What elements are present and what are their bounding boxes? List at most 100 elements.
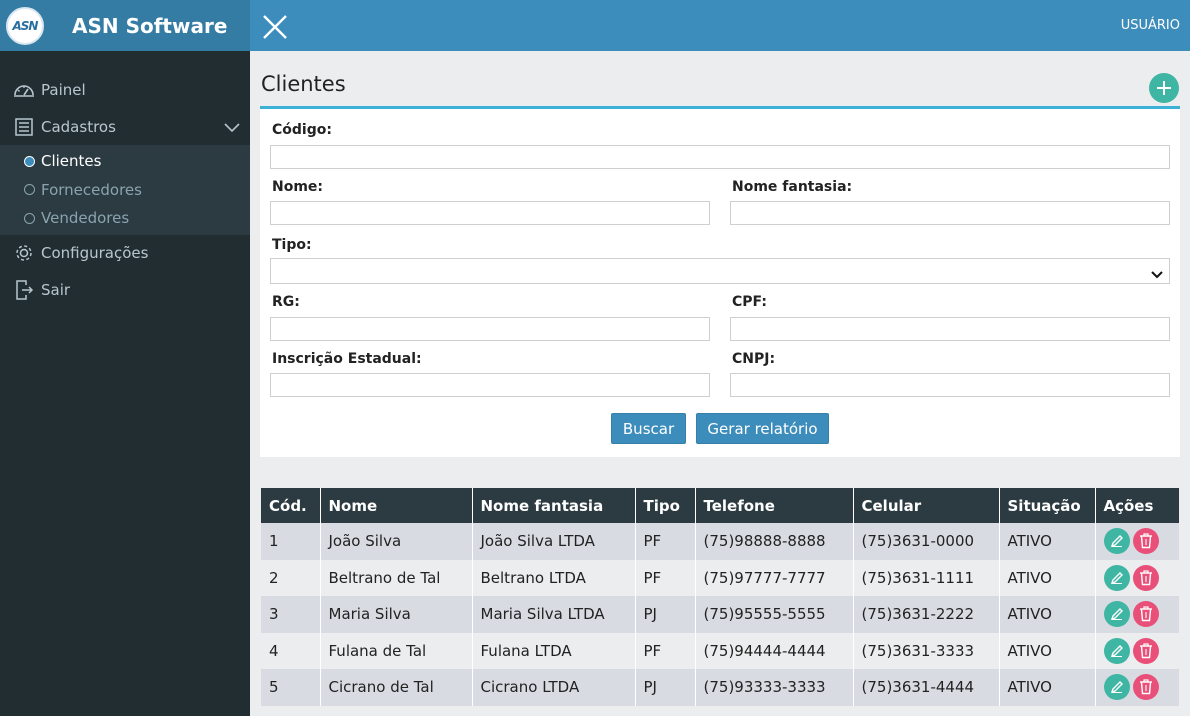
table-cell: Beltrano LTDA — [472, 559, 636, 596]
sidebar-item-painel[interactable]: Painel — [0, 71, 250, 108]
sidebar-item-cadastros[interactable]: Cadastros — [0, 108, 250, 145]
dashboard-icon — [12, 78, 36, 102]
user-menu[interactable]: USUÁRIO — [1121, 18, 1180, 33]
submenu-cadastros: Clientes Fornecedores Vendedores — [0, 145, 250, 235]
chevron-down-icon[interactable] — [224, 119, 240, 137]
actions-cell — [1095, 559, 1179, 596]
column-header[interactable]: Telefone — [695, 488, 854, 523]
table-cell: PF — [635, 559, 696, 596]
nome-fantasia-input[interactable] — [730, 201, 1170, 225]
column-header[interactable]: Celular — [853, 488, 1000, 523]
edit-button[interactable] — [1103, 564, 1130, 591]
add-client-button[interactable] — [1149, 73, 1179, 103]
table-row[interactable]: 1 João Silva João Silva LTDA PF (75)98888-88… — [261, 523, 1179, 560]
table-cell: ATIVO — [999, 523, 1096, 560]
table-cell: 3 — [261, 596, 321, 633]
close-icon[interactable] — [262, 14, 288, 40]
logo-text: ASN — [12, 18, 39, 33]
delete-button[interactable] — [1132, 564, 1159, 591]
page-title: Clientes — [261, 72, 346, 96]
table-cell: João Silva — [320, 523, 473, 560]
actions-cell — [1095, 669, 1179, 706]
trash-icon — [1139, 570, 1152, 585]
cnpj-label: CNPJ: — [732, 351, 776, 367]
brand-title: ASN Software — [72, 13, 228, 38]
delete-button[interactable] — [1132, 637, 1159, 664]
edit-button[interactable] — [1103, 637, 1130, 664]
table-cell: (75)3631-3333 — [853, 632, 1000, 669]
brand-logo: ASN — [6, 6, 44, 45]
sidebar-item-configuracoes[interactable]: Configurações — [0, 235, 250, 272]
generate-report-button[interactable]: Gerar relatório — [696, 413, 829, 444]
filter-form: Código: Nome: Nome fantasia: Tipo: RG: C… — [260, 106, 1180, 457]
brand[interactable]: ASN ASN Software — [0, 0, 250, 51]
edit-button[interactable] — [1103, 674, 1130, 701]
sidebar-item-vendedores[interactable]: Vendedores — [0, 204, 250, 233]
topbar: USUÁRIO — [250, 0, 1190, 51]
rg-input[interactable] — [270, 317, 710, 341]
table-cell: (75)3631-2222 — [853, 596, 1000, 633]
table-cell: ATIVO — [999, 596, 1096, 633]
codigo-label: Código: — [272, 122, 332, 138]
circle-icon — [24, 184, 35, 196]
edit-button[interactable] — [1103, 528, 1130, 555]
column-header[interactable]: Situação — [999, 488, 1096, 523]
table-cell: Cicrano LTDA — [472, 669, 636, 706]
table-cell: João Silva LTDA — [472, 523, 636, 560]
nome-fantasia-label: Nome fantasia: — [732, 179, 853, 195]
table-cell: ATIVO — [999, 559, 1096, 596]
sidebar-item-label: Sair — [41, 281, 71, 299]
table-cell: ATIVO — [999, 669, 1096, 706]
table-cell: (75)3631-4444 — [853, 669, 1000, 706]
sidebar-item-clientes[interactable]: Clientes — [0, 147, 250, 176]
column-header[interactable]: Tipo — [635, 488, 696, 523]
circle-icon — [24, 155, 35, 167]
table-row[interactable]: 4 Fulana de Tal Fulana LTDA PF (75)94444-444… — [261, 632, 1179, 669]
table-cell: 5 — [261, 669, 321, 706]
trash-icon — [1139, 643, 1152, 658]
trash-icon — [1139, 679, 1152, 695]
table-cell: (75)94444-4444 — [695, 632, 854, 669]
delete-button[interactable] — [1132, 601, 1159, 628]
cpf-input[interactable] — [730, 317, 1170, 341]
sidebar-item-sair[interactable]: Sair — [0, 272, 250, 309]
sidebar-item-fornecedores[interactable]: Fornecedores — [0, 176, 250, 205]
cnpj-input[interactable] — [730, 373, 1170, 397]
codigo-input[interactable] — [270, 145, 1170, 169]
tipo-select[interactable] — [270, 258, 1170, 284]
table-cell: Fulana LTDA — [472, 632, 636, 669]
submenu-label: Vendedores — [41, 209, 130, 228]
delete-button[interactable] — [1132, 528, 1159, 555]
pencil-icon — [1110, 571, 1123, 584]
table-cell: ATIVO — [999, 632, 1096, 669]
clients-table: Cód. Nome Nome fantasia Tipo Telefone Ce… — [261, 488, 1179, 706]
table-row[interactable]: 3 Maria Silva Maria Silva LTDA PJ (75)95555-… — [261, 596, 1179, 633]
sidebar-menu: Painel Cadastros Clientes Fornecedores V… — [0, 71, 250, 309]
submenu-label: Clientes — [41, 152, 102, 171]
column-header[interactable]: Nome — [320, 488, 473, 523]
table-cell: (75)97777-7777 — [695, 559, 854, 596]
table-cell: Cicrano de Tal — [320, 669, 473, 706]
column-header[interactable]: Nome fantasia — [472, 488, 636, 523]
table-cell: 2 — [261, 559, 321, 596]
nome-label: Nome: — [272, 179, 324, 195]
pencil-icon — [1110, 681, 1123, 694]
table-row[interactable]: 2 Beltrano de Tal Beltrano LTDA PF (75)97777… — [261, 559, 1179, 596]
inscricao-estadual-input[interactable] — [270, 373, 710, 397]
search-button[interactable]: Buscar — [611, 413, 686, 444]
plus-icon — [1157, 81, 1171, 95]
delete-button[interactable] — [1132, 674, 1159, 701]
table-cell: Maria Silva — [320, 596, 473, 633]
trash-icon — [1139, 533, 1152, 549]
column-header[interactable]: Cód. — [261, 488, 321, 523]
submenu-label: Fornecedores — [41, 180, 142, 199]
gear-icon — [12, 241, 36, 265]
actions-cell — [1095, 632, 1179, 669]
nome-input[interactable] — [270, 201, 710, 225]
table-row[interactable]: 5 Cicrano de Tal Cicrano LTDA PJ (75)93333-3… — [261, 669, 1179, 706]
column-header: Ações — [1095, 488, 1179, 523]
rg-label: RG: — [272, 294, 300, 310]
table-header-row: Cód. Nome Nome fantasia Tipo Telefone Ce… — [261, 488, 1179, 523]
edit-button[interactable] — [1103, 601, 1130, 628]
chevron-down-icon — [1151, 265, 1163, 284]
